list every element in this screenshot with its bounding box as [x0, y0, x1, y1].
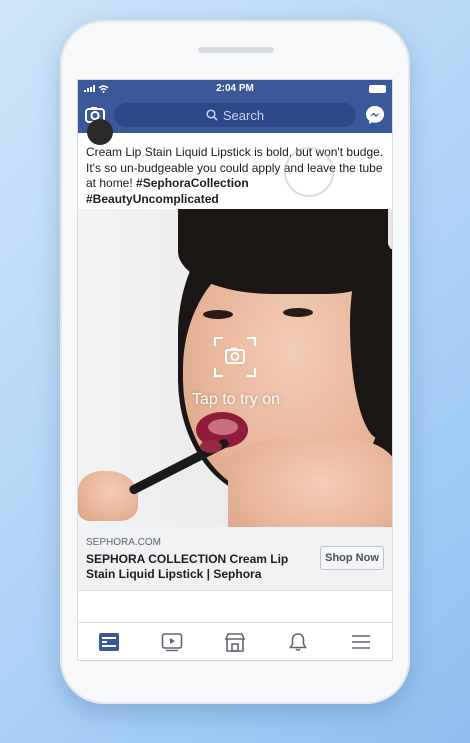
- camera-viewfinder-icon[interactable]: [213, 336, 257, 378]
- image-eye-right: [283, 308, 313, 317]
- ad-title[interactable]: SEPHORA COLLECTION Cream Lip Stain Liqui…: [86, 552, 306, 582]
- phone-frame: 2:04 PM Search Cream Lip Stain Liquid Li…: [60, 20, 410, 704]
- image-hand: [78, 471, 138, 521]
- image-eye-left: [203, 310, 233, 319]
- news-feed-icon[interactable]: [96, 631, 122, 653]
- status-time: 2:04 PM: [216, 83, 254, 94]
- messenger-icon[interactable]: [364, 104, 386, 126]
- ad-cta-bar: SEPHORA.COM SEPHORA COLLECTION Cream Lip…: [78, 527, 392, 591]
- ad-domain: SEPHORA.COM: [86, 537, 162, 548]
- shop-now-button[interactable]: Shop Now: [320, 546, 384, 570]
- hashtag-beauty-uncomplicated[interactable]: #BeautyUncomplicated: [86, 192, 219, 206]
- search-input[interactable]: Search: [114, 103, 356, 127]
- phone-speaker: [198, 47, 274, 53]
- notifications-icon[interactable]: [285, 631, 311, 653]
- image-neck: [228, 439, 392, 527]
- avatar[interactable]: [87, 119, 113, 145]
- video-icon[interactable]: [159, 631, 185, 653]
- marketplace-icon[interactable]: [222, 631, 248, 653]
- search-icon: [206, 109, 218, 121]
- touch-indicator: [284, 147, 334, 197]
- image-applicator: [200, 440, 222, 453]
- ad-image[interactable]: Tap to try on: [78, 209, 392, 527]
- image-mouth-open: [208, 419, 238, 435]
- search-placeholder: Search: [222, 107, 265, 123]
- menu-icon[interactable]: [348, 631, 374, 653]
- post-text: Cream Lip Stain Liquid Lipstick is bold,…: [78, 145, 392, 209]
- status-bar: 2:04 PM: [78, 80, 392, 97]
- bottom-tab-bar: [78, 622, 392, 660]
- try-on-label[interactable]: Tap to try on: [78, 391, 392, 409]
- top-navbar: Search: [78, 97, 392, 133]
- post-header: [78, 119, 392, 145]
- hashtag-sephora-collection[interactable]: #SephoraCollection: [136, 176, 249, 190]
- phone-screen: 2:04 PM Search Cream Lip Stain Liquid Li…: [77, 79, 393, 661]
